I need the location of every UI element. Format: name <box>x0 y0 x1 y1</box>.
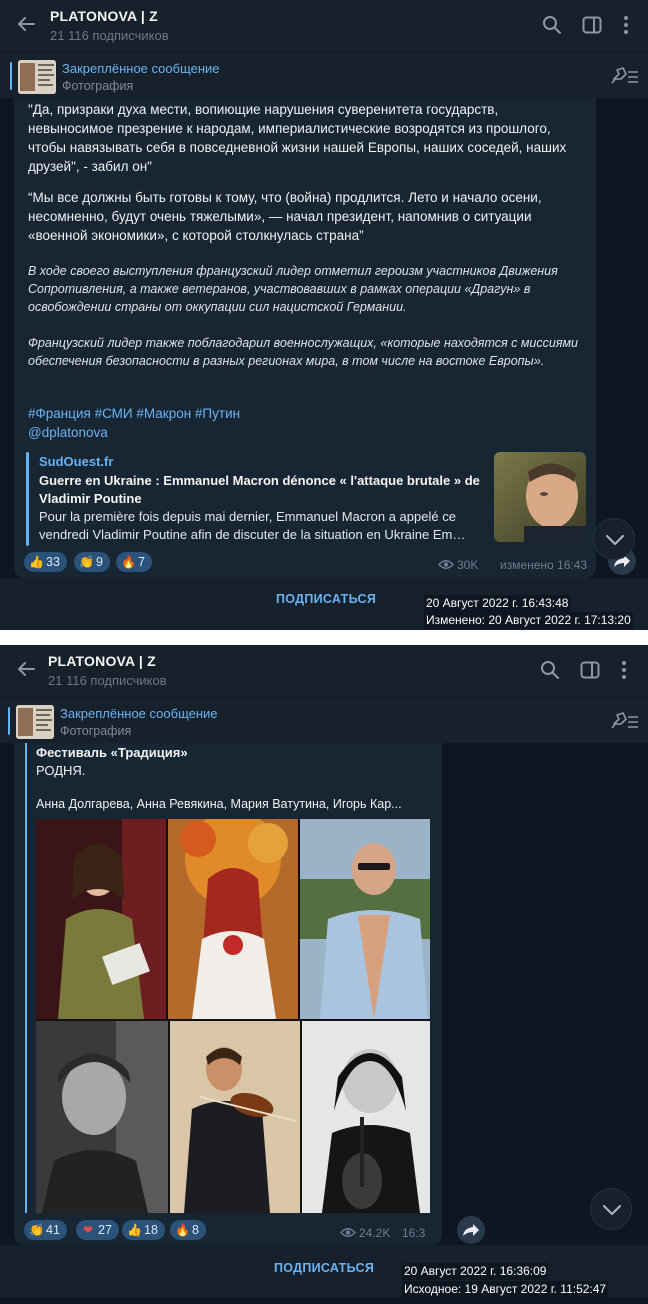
edited-label: изменено 16:43 <box>500 558 588 572</box>
reaction-0[interactable]: 👏 41 <box>24 1220 67 1240</box>
photo-violinist[interactable] <box>170 1021 300 1213</box>
photo-woman-autumn-wreath[interactable] <box>168 819 298 1019</box>
hashtags[interactable]: #Франция #СМИ #Макрон #Путин <box>28 404 584 423</box>
reaction-1[interactable]: 👏 9 <box>74 552 110 572</box>
photo-man-glasses[interactable] <box>300 819 430 1019</box>
sidebar-toggle-icon[interactable] <box>579 659 601 681</box>
reaction-1[interactable]: ❤ 27 <box>76 1220 119 1240</box>
italic-paragraph-2: Французский лидер также поблагодарил вое… <box>28 336 579 368</box>
photo-woman-green-dress[interactable] <box>36 819 166 1019</box>
italic-paragraph-1: В ходе своего выступления французский ли… <box>28 264 558 314</box>
mention-link[interactable]: @dplatonova <box>28 423 584 442</box>
pinned-title: Закреплённое сообщение <box>62 61 220 76</box>
quote-paragraph-1: "Да, призраки духа мести, вопиющие наруш… <box>28 102 567 174</box>
subscriber-count: 21 116 подписчиков <box>48 673 167 688</box>
pinned-accent-bar <box>10 62 12 90</box>
share-icon <box>463 1224 479 1236</box>
date-caption-1: 20 Август 2022 г. 16:43:48 <box>424 595 571 612</box>
channel-title[interactable]: PLATONOVA | Z <box>50 8 158 24</box>
chat-header: PLATONOVA | Z 21 116 подписчиков <box>0 645 648 697</box>
views-count: 30K <box>457 558 479 572</box>
unpin-icon[interactable] <box>610 710 640 732</box>
back-arrow-icon[interactable] <box>14 657 38 681</box>
reaction-0[interactable]: 👍 33 <box>24 552 67 572</box>
reaction-emoji: 👏 <box>29 1223 44 1237</box>
chevron-down-icon <box>605 534 625 546</box>
photo-cellist-bw[interactable] <box>302 1021 430 1213</box>
subscribe-button[interactable]: ПОДПИСАТЬСЯ <box>274 1261 374 1275</box>
rodnya-line: РОДНЯ. <box>36 763 86 778</box>
screenshot-2: Фестиваль «Традиция» РОДНЯ. Анна Долгаре… <box>0 645 648 1304</box>
link-preview-image[interactable] <box>494 452 586 542</box>
reaction-3[interactable]: 🔥 8 <box>170 1220 206 1240</box>
forward-accent-bar <box>25 743 27 1213</box>
more-options-icon[interactable] <box>615 14 637 36</box>
date-caption-2: Исходное: 19 Август 2022 г. 11:52:47 <box>402 1281 609 1298</box>
reaction-2[interactable]: 🔥 7 <box>116 552 152 572</box>
chevron-down-icon <box>602 1204 622 1216</box>
back-arrow-icon[interactable] <box>14 12 38 36</box>
reaction-emoji: 👏 <box>79 555 94 569</box>
pinned-message-bar[interactable]: Закреплённое сообщение Фотография <box>0 52 648 98</box>
views-count: 24.2K <box>359 1226 391 1240</box>
chat-header: PLATONOVA | Z 21 116 подписчиков <box>0 0 648 52</box>
views-meta: 24.2K <box>340 1226 390 1240</box>
reaction-count: 33 <box>46 555 60 569</box>
more-options-icon[interactable] <box>613 659 635 681</box>
views-meta: 30K <box>438 558 478 572</box>
link-preview-description: Pour la première fois depuis mai dernier… <box>39 509 466 542</box>
link-preview-bar <box>26 452 29 546</box>
link-preview[interactable]: SudOuest.fr Guerre en Ukraine : Emmanuel… <box>26 452 586 546</box>
search-icon[interactable] <box>541 14 563 36</box>
sidebar-toggle-icon[interactable] <box>581 14 603 36</box>
reaction-count: 7 <box>138 555 145 569</box>
unpin-icon[interactable] <box>610 65 640 87</box>
pinned-title: Закреплённое сообщение <box>60 706 218 721</box>
reaction-emoji: 👍 <box>29 555 44 569</box>
time-label: 16:3 <box>402 1226 426 1240</box>
date-caption-2: Изменено: 20 Август 2022 г. 17:13:20 <box>424 612 633 629</box>
subscriber-count: 21 116 подписчиков <box>50 28 169 43</box>
search-icon[interactable] <box>539 659 561 681</box>
reaction-count: 27 <box>98 1223 112 1237</box>
link-preview-site: SudOuest.fr <box>39 454 114 469</box>
date-caption-1: 20 Август 2022 г. 16:36:09 <box>402 1263 549 1280</box>
screenshot-1: "Да, призраки духа мести, вопиющие наруш… <box>0 0 648 630</box>
share-button[interactable] <box>457 1216 485 1244</box>
reaction-count: 9 <box>96 555 103 569</box>
reaction-emoji: ❤ <box>82 1223 94 1237</box>
pinned-thumbnail <box>18 60 56 94</box>
quote-paragraph-2: “Мы все должны быть готовы к тому, что (… <box>28 190 542 243</box>
scroll-down-button[interactable] <box>590 1188 632 1230</box>
participants-names: Анна Долгарева, Анна Ревякина, Мария Ват… <box>36 797 402 811</box>
reaction-count: 8 <box>192 1223 199 1237</box>
eye-icon <box>438 560 454 569</box>
photo-woman-bw[interactable] <box>36 1021 168 1213</box>
eye-icon <box>340 1228 356 1237</box>
pinned-message-bar[interactable]: Закреплённое сообщение Фотография <box>0 697 648 743</box>
message-bubble: "Да, призраки духа мести, вопиющие наруш… <box>14 98 596 578</box>
pinned-thumbnail <box>16 705 54 739</box>
reaction-count: 41 <box>46 1223 60 1237</box>
reaction-2[interactable]: 👍 18 <box>122 1220 165 1240</box>
reaction-emoji: 🔥 <box>121 555 136 569</box>
pinned-subtitle: Фотография <box>60 724 132 738</box>
pinned-subtitle: Фотография <box>62 79 134 93</box>
photo-collage[interactable] <box>36 819 430 1213</box>
reaction-emoji: 🔥 <box>175 1223 190 1237</box>
reaction-count: 18 <box>144 1223 158 1237</box>
pinned-accent-bar <box>8 707 10 735</box>
channel-title[interactable]: PLATONOVA | Z <box>48 653 156 669</box>
link-preview-title: Guerre en Ukraine : Emmanuel Macron déno… <box>39 473 480 506</box>
subscribe-button[interactable]: ПОДПИСАТЬСЯ <box>276 592 376 606</box>
reaction-emoji: 👍 <box>127 1223 142 1237</box>
festival-title: Фестиваль «Традиция» <box>36 745 188 760</box>
scroll-down-button[interactable] <box>593 518 635 560</box>
